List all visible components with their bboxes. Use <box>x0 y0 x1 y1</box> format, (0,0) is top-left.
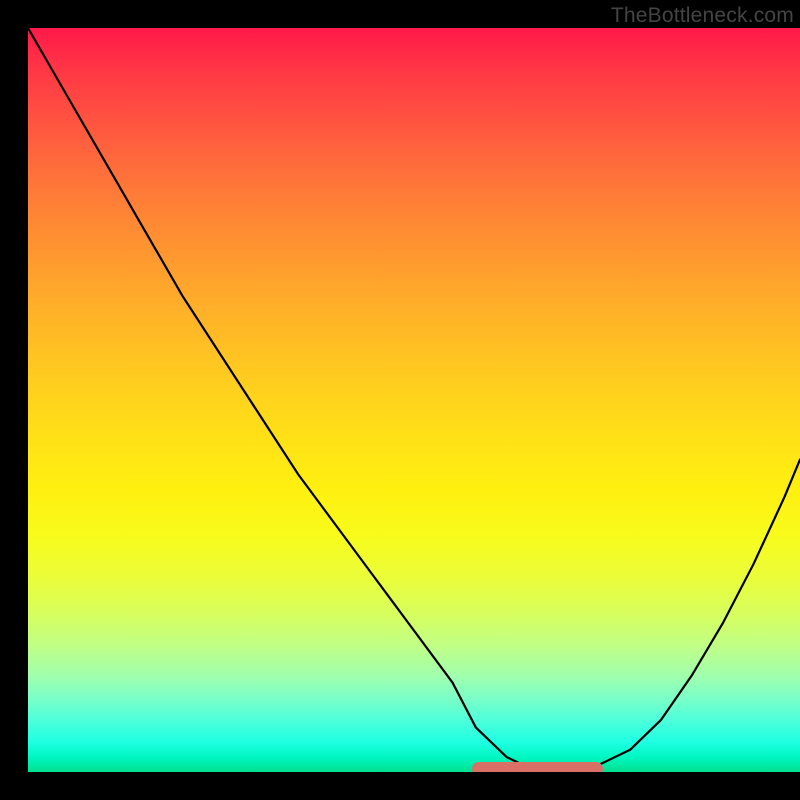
bottleneck-curve <box>28 28 800 772</box>
frame-bottom <box>0 772 800 800</box>
chart-frame: TheBottleneck.com <box>28 0 800 772</box>
frame-left <box>0 0 28 800</box>
chart-plot-area <box>28 28 800 772</box>
attribution-text: TheBottleneck.com <box>611 4 794 28</box>
valley-highlight <box>472 762 604 772</box>
